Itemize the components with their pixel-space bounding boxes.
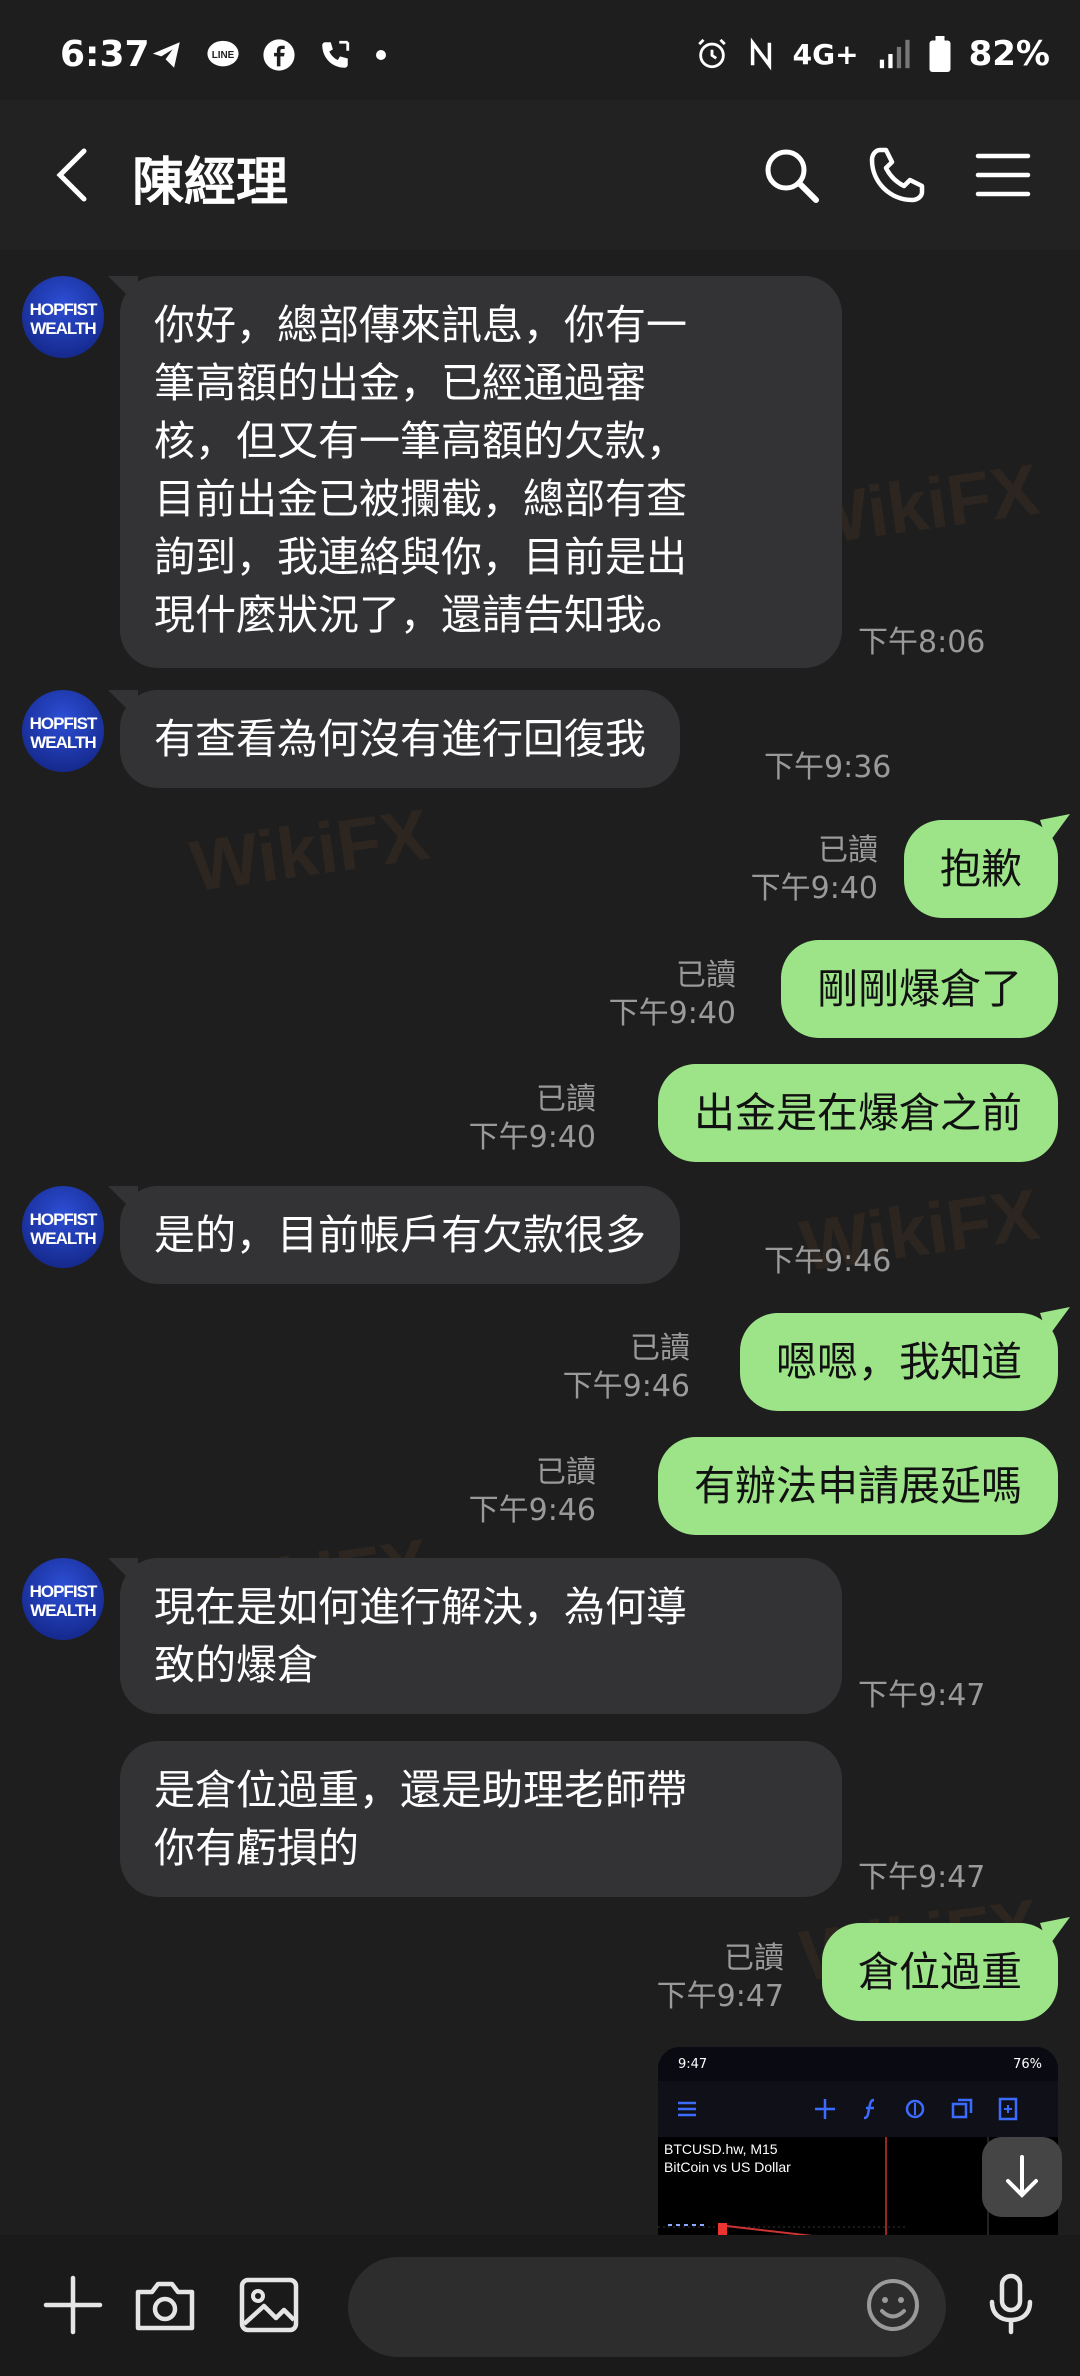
message-time: 下午9:46 [468,1493,596,1528]
svg-text:LINE: LINE [212,50,235,61]
message-bubble-incoming[interactable]: 是的，目前帳戶有欠款很多 [120,1186,680,1284]
avatar-logo-line1: HOPFIST [29,714,98,733]
avatar-logo-line1: HOPFIST [29,1582,98,1601]
watermark: WikiFX [185,794,434,908]
bubble-tail [108,690,138,720]
message-time: 下午9:40 [750,871,878,906]
facebook-icon [263,39,295,71]
call-icon[interactable] [862,140,932,210]
avatar-logo-line1: HOPFIST [29,1210,98,1229]
alarm-icon [697,38,726,69]
message-bubble-outgoing[interactable]: 嗯嗯，我知道 [740,1313,1058,1411]
camera-icon[interactable] [130,2270,200,2340]
screenshot-crosshair-icon [815,2099,835,2119]
message-time: 下午9:46 [764,1244,892,1279]
phone-call-icon [322,40,350,68]
chat-title: 陳經理 [132,153,289,213]
battery-level: 82% [968,34,1050,74]
message-time: 下午9:47 [656,1979,784,2014]
bubble-tail [1040,1917,1070,1947]
bubble-tail [1040,814,1070,844]
back-icon[interactable] [48,145,98,205]
message-input[interactable] [348,2257,946,2357]
message-time: 下午9:46 [562,1369,690,1404]
avatar[interactable]: HOPFIST WEALTH [22,1558,104,1640]
screenshot-toolbar [658,2081,1058,2137]
avatar[interactable]: HOPFIST WEALTH [22,1186,104,1268]
signal-icon [879,39,910,69]
battery-icon [929,36,951,72]
message-bubble-outgoing[interactable]: 倉位過重 [822,1923,1058,2021]
screenshot-time: 9:47 [678,2057,708,2072]
message-bubble-outgoing[interactable]: 剛剛爆倉了 [781,940,1058,1038]
message-bubble-incoming[interactable]: 你好，總部傳來訊息，你有一 筆高額的出金，已經通過審 核，但又有一筆高額的欠款，… [120,276,842,668]
message-bubble-outgoing[interactable]: 出金是在爆倉之前 [658,1064,1058,1162]
system-icons: 4G+ 82% [695,34,1050,74]
plus-icon[interactable] [38,2270,108,2340]
message-bubble-incoming[interactable]: 有查看為何沒有進行回復我 [120,690,680,788]
status-time: 6:37 [60,34,150,75]
network-type: 4G+ [792,37,859,71]
watermark: WikiFX [185,250,434,258]
avatar-logo-line2: WEALTH [30,733,96,752]
screenshot-trade-icon [905,2099,925,2119]
message-time: 下午9:36 [764,750,892,785]
screenshot-status-bar: 9:47 76% [658,2047,1058,2081]
message-bubble-incoming[interactable]: 是倉位過重，還是助理老師帶 你有虧損的 [120,1741,842,1897]
scroll-to-bottom-icon[interactable] [982,2137,1062,2217]
search-icon[interactable] [756,140,826,210]
chat-area[interactable]: WikiFX WikiFX WikiFX WikiFX WikiFX WikiF… [0,250,1080,2235]
status-bar: 6:37 LINE 4G+ 82% [0,0,1080,100]
message-time: 下午9:47 [858,1860,986,1895]
microphone-icon[interactable] [976,2270,1046,2340]
screenshot-function-icon [863,2098,875,2120]
message-time: 下午9:47 [858,1678,986,1713]
avatar-logo-line2: WEALTH [30,1601,96,1620]
message-bubble-incoming[interactable]: 現在是如何進行解決，為何導 致的爆倉 [120,1558,842,1714]
screenshot-windows-icon [951,2098,973,2119]
emoji-icon[interactable] [858,2270,928,2340]
dot-icon [376,50,386,60]
bubble-tail [108,276,138,306]
avatar-logo-line1: HOPFIST [29,300,98,319]
screenshot-menu-icon [678,2101,696,2117]
nfc-icon [750,37,771,71]
bubble-tail [108,1558,138,1588]
message-time: 下午9:40 [608,996,736,1031]
chat-header: 陳經理 [0,100,1080,250]
bubble-tail [1040,1307,1070,1337]
bubble-tail [108,1186,138,1216]
avatar-logo-line2: WEALTH [30,319,96,338]
avatar[interactable]: HOPFIST WEALTH [22,690,104,772]
composer-bar [0,2235,1080,2376]
image-icon[interactable] [234,2270,304,2340]
avatar[interactable]: HOPFIST WEALTH [22,276,104,358]
menu-icon[interactable] [968,140,1038,210]
message-time: 下午9:40 [468,1120,596,1155]
telegram-icon [152,42,180,68]
screenshot-battery: 76% [1013,2057,1042,2072]
line-icon: LINE [207,40,239,67]
notification-icons: LINE [150,38,388,72]
message-bubble-outgoing[interactable]: 抱歉 [904,820,1058,918]
avatar-logo-line2: WEALTH [30,1229,96,1248]
message-time: 下午8:06 [858,625,986,660]
message-bubble-outgoing[interactable]: 有辦法申請展延嗎 [658,1437,1058,1535]
screenshot-add-icon [998,2097,1018,2121]
